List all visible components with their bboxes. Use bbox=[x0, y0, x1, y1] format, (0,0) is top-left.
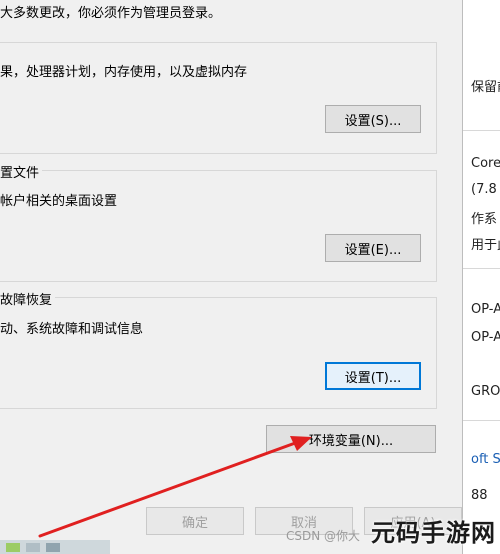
startup-recovery-group: 动、系统故障和调试信息 bbox=[0, 297, 437, 409]
background-system-window: 保留前 Core (7.8 作系 用于此 OP-A OP-A GROU oft … bbox=[462, 0, 500, 554]
rw-line: 作系 bbox=[471, 212, 498, 227]
user-profiles-settings-button[interactable]: 设置(E)... bbox=[325, 234, 421, 262]
rw-line: (7.8 bbox=[471, 182, 497, 197]
taskbar-fragment bbox=[0, 540, 110, 554]
rw-line: OP-A bbox=[471, 330, 500, 345]
rw-line: Core bbox=[471, 156, 500, 171]
csdn-watermark: CSDN @你大 bbox=[286, 529, 361, 543]
performance-group: 果，处理器计划，内存使用，以及虚拟内存 bbox=[0, 42, 437, 154]
site-watermark: 元码手游网 bbox=[371, 518, 496, 547]
startup-recovery-title: 故障恢复 bbox=[0, 289, 56, 308]
rw-divider bbox=[463, 420, 500, 421]
admin-notice: 大多数更改，你必须作为管理员登录。 bbox=[0, 6, 222, 21]
performance-settings-button[interactable]: 设置(S)... bbox=[325, 105, 421, 133]
environment-variables-button[interactable]: 环境变量(N)... bbox=[266, 425, 436, 453]
rw-line: 88 bbox=[471, 488, 488, 503]
ok-button[interactable]: 确定 bbox=[146, 507, 244, 535]
system-properties-dialog: 大多数更改，你必须作为管理员登录。 果，处理器计划，内存使用，以及虚拟内存 设置… bbox=[0, 0, 462, 554]
taskbar-chip bbox=[46, 543, 60, 552]
rw-line: 用于此 bbox=[471, 238, 500, 253]
user-profiles-desc: 帐户相关的桌面设置 bbox=[0, 194, 118, 209]
rw-line: GROU bbox=[471, 384, 500, 399]
startup-recovery-desc: 动、系统故障和调试信息 bbox=[0, 322, 144, 337]
user-profiles-group: 帐户相关的桌面设置 bbox=[0, 170, 437, 282]
rw-link[interactable]: oft S bbox=[471, 452, 500, 467]
startup-recovery-settings-button[interactable]: 设置(T)... bbox=[325, 362, 421, 390]
taskbar-chip bbox=[26, 543, 40, 552]
performance-desc: 果，处理器计划，内存使用，以及虚拟内存 bbox=[0, 65, 248, 80]
rw-divider bbox=[463, 268, 500, 269]
rw-line: OP-A bbox=[471, 302, 500, 317]
rw-divider bbox=[463, 130, 500, 131]
taskbar-chip bbox=[6, 543, 20, 552]
user-profiles-title: 置文件 bbox=[0, 162, 43, 181]
rw-line: 保留前 bbox=[471, 80, 500, 95]
